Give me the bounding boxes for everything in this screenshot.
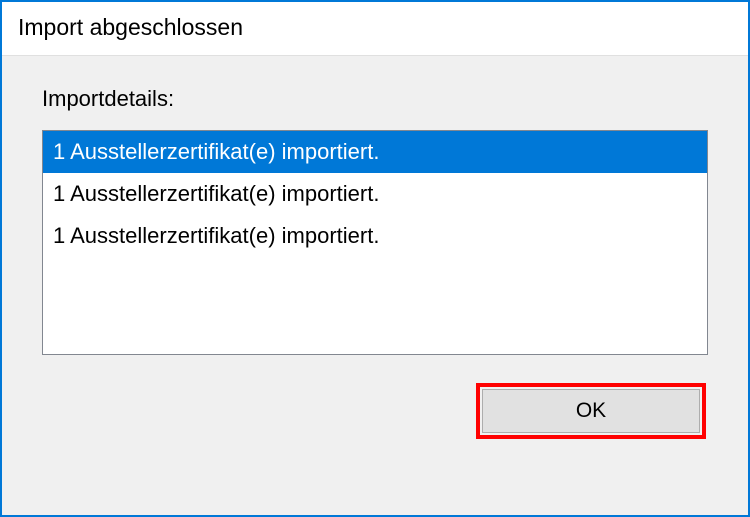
list-item[interactable]: 1 Ausstellerzertifikat(e) importiert. (43, 131, 707, 173)
dialog-window: Import abgeschlossen Importdetails: 1 Au… (0, 0, 750, 517)
ok-button[interactable]: OK (482, 389, 700, 433)
dialog-title: Import abgeschlossen (18, 14, 732, 41)
title-bar: Import abgeschlossen (2, 2, 748, 56)
import-details-listbox[interactable]: 1 Ausstellerzertifikat(e) importiert. 1 … (42, 130, 708, 355)
list-item[interactable]: 1 Ausstellerzertifikat(e) importiert. (43, 173, 707, 215)
content-area: Importdetails: 1 Ausstellerzertifikat(e)… (2, 56, 748, 515)
ok-button-highlight: OK (476, 383, 706, 439)
import-details-label: Importdetails: (42, 86, 708, 112)
list-item[interactable]: 1 Ausstellerzertifikat(e) importiert. (43, 215, 707, 257)
button-row: OK (42, 383, 708, 439)
